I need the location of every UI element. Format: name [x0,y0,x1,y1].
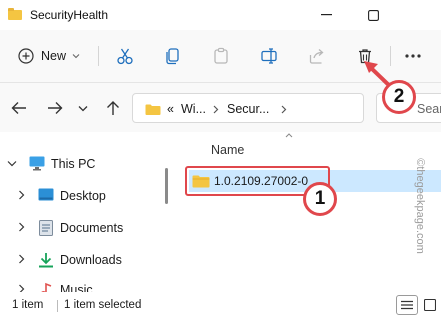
sidebar-item-label: Documents [60,221,124,235]
chevron-right-icon [19,222,25,232]
chevron-right-icon [19,254,25,264]
rename-button[interactable] [254,40,284,72]
status-divider [57,300,58,312]
maximize-icon [367,9,379,21]
new-label: New [41,49,67,63]
sort-chevron-up-icon [285,133,293,138]
annotation-badge-2: 2 [382,80,416,114]
share-button[interactable] [302,40,332,72]
sidebar-item-label: This PC [51,157,96,171]
sidebar-scrollbar[interactable] [165,168,168,204]
rename-icon [261,48,277,64]
chevron-down-icon [78,105,88,111]
copy-icon [166,48,179,65]
download-icon [39,253,53,268]
item-count: 1 item [12,299,44,311]
up-button[interactable] [101,96,125,120]
sidebar-item-downloads[interactable]: Downloads [0,246,170,274]
recent-locations-button[interactable] [71,96,95,120]
arrow-up-icon [107,101,119,115]
folder-icon [145,104,161,115]
maximize-button[interactable] [350,0,396,30]
back-button[interactable] [7,96,31,120]
watermark: ©thegeekpage.com [414,158,426,254]
chevron-down-icon [72,54,80,59]
copy-button[interactable] [158,40,188,72]
cut-icon [117,48,133,65]
sidebar-item-label: Desktop [60,189,106,203]
arrow-left-icon [11,102,26,114]
forward-button[interactable] [43,96,67,120]
chevron-right-icon [19,190,25,200]
desktop-icon [38,188,54,201]
chevron-down-icon [7,161,17,167]
status-bar: 1 item 1 item selected [0,292,441,318]
details-view-icon [401,300,413,310]
paste-icon [214,47,228,64]
breadcrumb-overflow[interactable]: « [167,102,174,116]
paste-button[interactable] [206,40,236,72]
address-bar[interactable]: « Wi... Secur... [132,93,364,123]
details-view-button[interactable] [396,295,418,315]
toolbar-divider [98,46,99,66]
cut-button[interactable] [110,40,140,72]
new-button[interactable]: New [12,40,86,72]
minimize-button[interactable] [303,0,349,30]
selection-status: 1 item selected [64,299,142,311]
sidebar-item-label: Downloads [60,253,122,267]
minimize-icon [320,14,332,16]
chevron-right-icon [213,105,219,114]
window-title: SecurityHealth [30,8,109,22]
new-plus-icon [18,48,34,64]
tiles-view-button[interactable] [419,295,441,315]
column-header-name[interactable]: Name [211,143,244,157]
arrow-right-icon [48,102,63,114]
more-icon [405,54,421,58]
breadcrumb-item[interactable]: Secur... [227,102,269,116]
sidebar-item-desktop[interactable]: Desktop [0,182,170,210]
navigation-pane: This PC Desktop Documents Downloads Musi… [0,132,170,297]
folder-icon [8,8,22,20]
monitor-icon [29,156,45,171]
share-icon [309,49,324,64]
search-placeholder: Searc [417,102,441,116]
title-bar: SecurityHealth [0,0,441,30]
sidebar-item-this-pc[interactable]: This PC [0,150,170,178]
chevron-right-icon [281,105,287,114]
breadcrumb-item[interactable]: Wi... [181,102,206,116]
more-button[interactable] [398,40,428,72]
annotation-badge-1: 1 [303,182,337,216]
tiles-view-icon [424,299,436,311]
sidebar-item-documents[interactable]: Documents [0,214,170,242]
documents-icon [39,220,53,236]
